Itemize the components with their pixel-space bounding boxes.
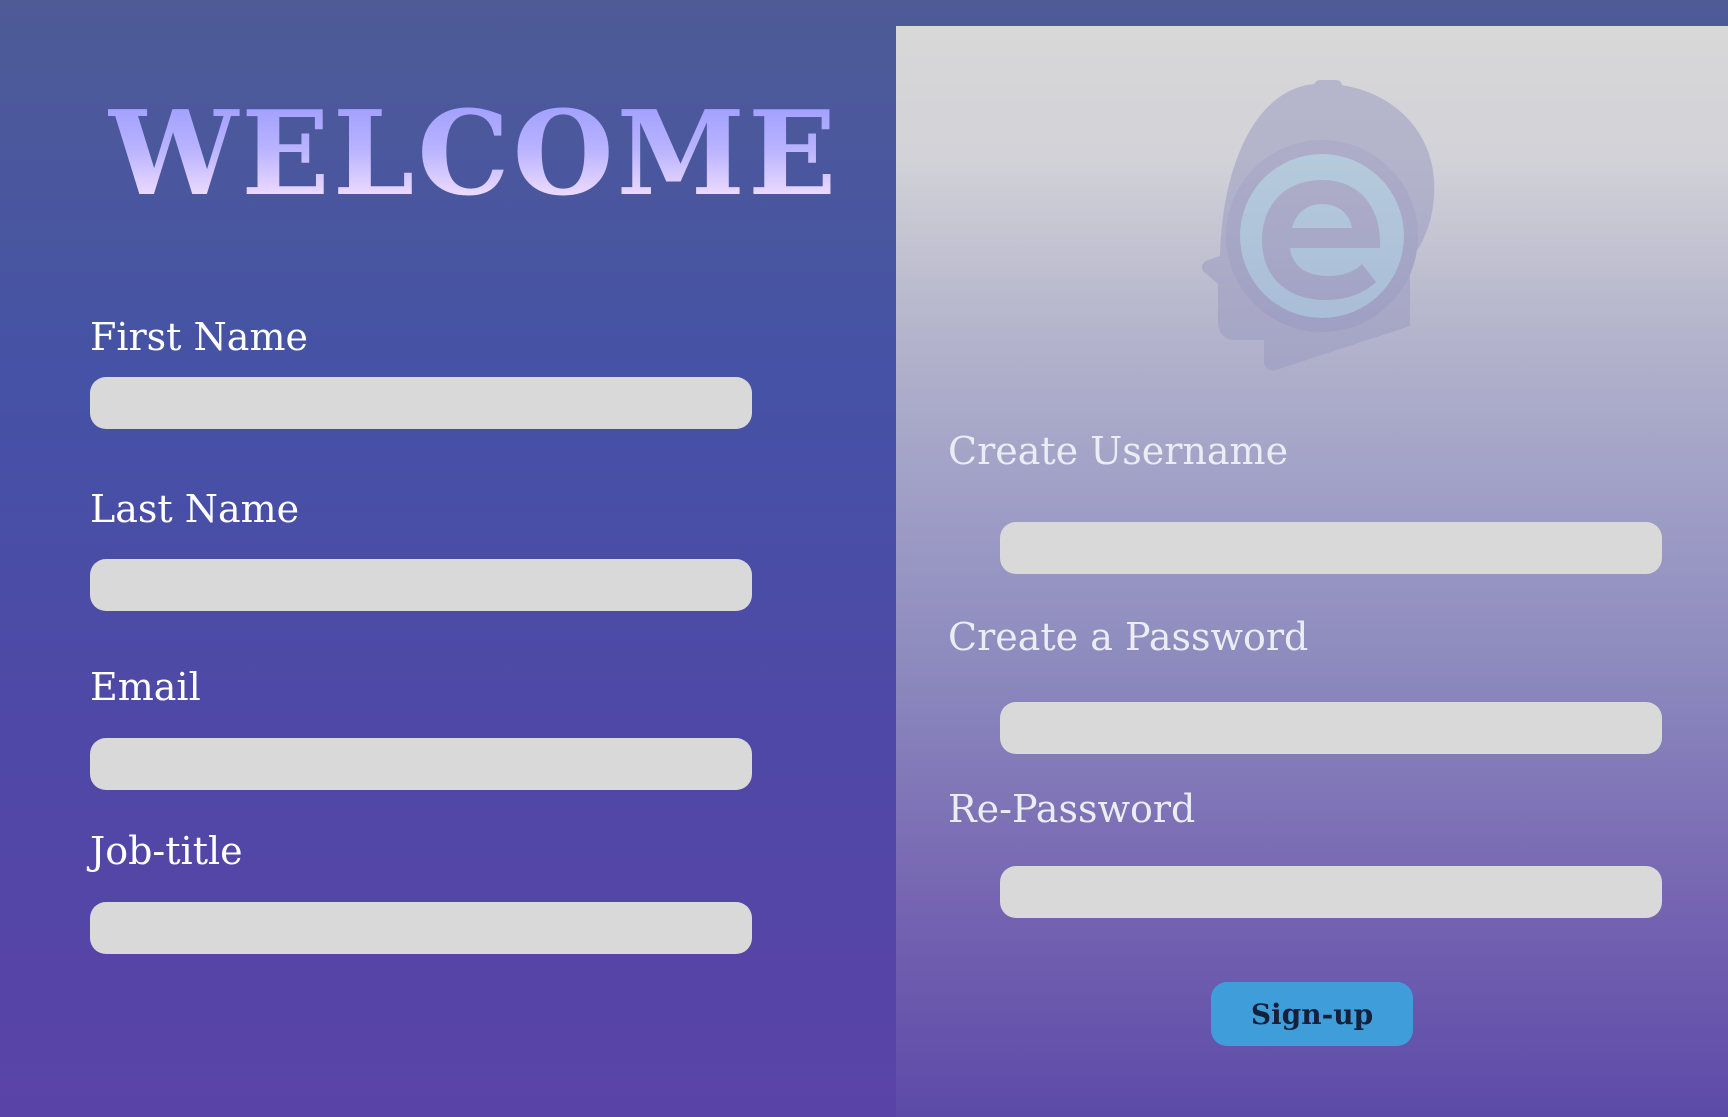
- last-name-label: Last Name: [90, 487, 300, 531]
- last-name-input[interactable]: [90, 559, 752, 611]
- job-title-input[interactable]: [90, 902, 752, 954]
- create-password-label: Create a Password: [948, 615, 1309, 659]
- first-name-input[interactable]: [90, 377, 752, 429]
- re-password-input[interactable]: [1000, 866, 1662, 918]
- personal-info-panel: WELCOME ! First Name Last Name Email Job…: [0, 0, 934, 1117]
- re-password-label: Re-Password: [948, 787, 1196, 831]
- create-username-label: Create Username: [948, 429, 1289, 473]
- e-logo-head-icon: [1201, 80, 1435, 371]
- account-panel: Create Username Create a Password Re-Pas…: [896, 26, 1728, 1117]
- create-password-input[interactable]: [1000, 702, 1662, 754]
- create-username-input[interactable]: [1000, 522, 1662, 574]
- email-label: Email: [90, 665, 201, 709]
- sign-up-button[interactable]: Sign-up: [1211, 982, 1413, 1046]
- first-name-label: First Name: [90, 315, 308, 359]
- job-title-label: Job-title: [90, 829, 243, 873]
- email-input[interactable]: [90, 738, 752, 790]
- welcome-title: WELCOME !: [108, 86, 937, 222]
